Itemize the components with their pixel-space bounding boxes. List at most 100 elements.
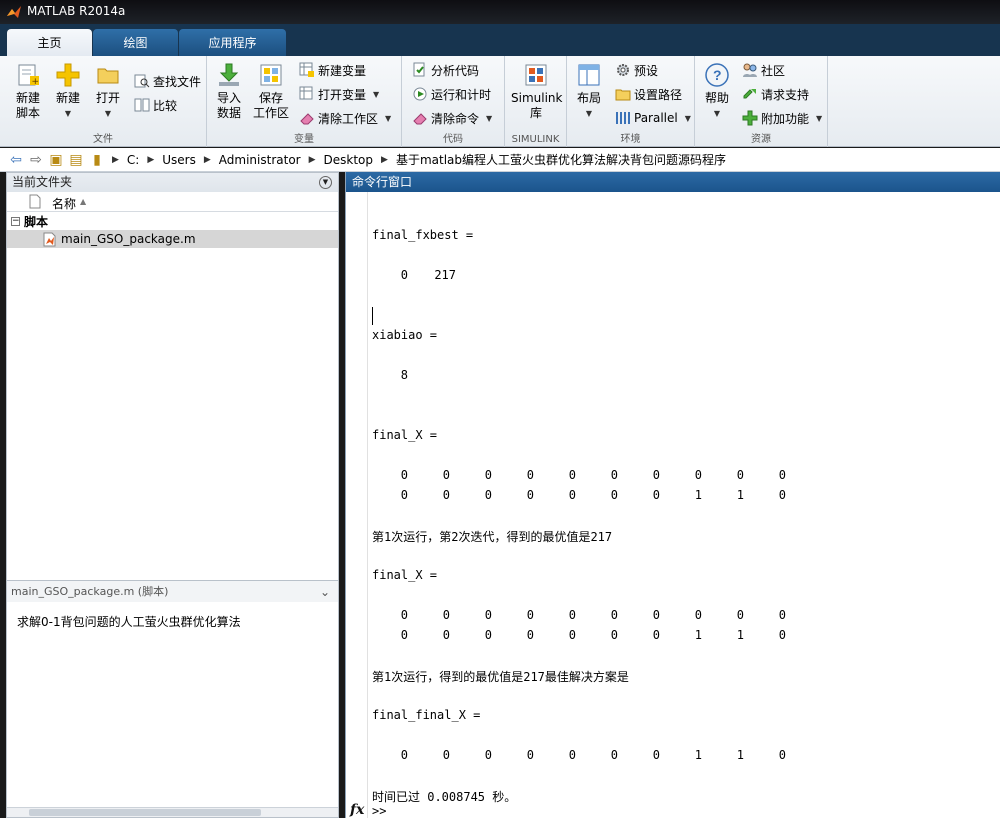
simulink-library-button[interactable]: Simulink 库	[511, 62, 562, 121]
compare-button[interactable]: 比较	[134, 95, 177, 115]
matrix-cell: 0	[484, 608, 492, 622]
command-window-body[interactable]: final_fxbest = 0 217 xiabiao = 8 final_X…	[346, 192, 1000, 818]
back-icon[interactable]: ⇦	[6, 150, 26, 170]
matrix-cell: 1	[736, 488, 744, 502]
matrix-cell: 0	[484, 748, 492, 762]
matrix-cell: 0	[736, 468, 744, 482]
matrix-cell: 1	[694, 488, 702, 502]
file-name: main_GSO_package.m	[61, 232, 196, 246]
matrix-cell: 0	[736, 608, 744, 622]
import-data-button[interactable]: 导入 数据	[209, 62, 249, 121]
import-icon	[219, 63, 239, 86]
chevron-down-icon: ▼	[373, 89, 380, 99]
support-icon	[743, 89, 756, 99]
current-folder-header: 当前文件夹 ▼	[7, 173, 338, 192]
matrix-cell: 0	[652, 468, 660, 482]
run-and-time-button[interactable]: 运行和计时	[412, 84, 491, 104]
svg-text:+: +	[32, 77, 40, 87]
folder-icon	[615, 89, 631, 101]
community-button[interactable]: 社区	[742, 60, 785, 80]
matrix-cell: 0	[610, 748, 618, 762]
function-browser-icon[interactable]: fx	[350, 802, 364, 818]
tree-section-scripts[interactable]: − 脚本	[7, 212, 338, 230]
save-workspace-icon	[260, 64, 282, 86]
matrix-cell: 0	[568, 468, 576, 482]
resources-group-label: 资源	[751, 134, 771, 145]
plus-icon	[56, 63, 80, 87]
matrix-cell: 0	[610, 628, 618, 642]
gear-icon	[617, 64, 629, 76]
current-folder-title: 当前文件夹	[12, 175, 73, 189]
clear-workspace-button[interactable]: 清除工作区 ▼	[299, 108, 391, 128]
details-header: main_GSO_package.m (脚本) ⌄	[7, 580, 338, 602]
tab-plots[interactable]: 绘图	[93, 29, 178, 56]
chevron-right-icon: ▶	[308, 154, 316, 165]
matrix-cell: 0	[526, 468, 534, 482]
analyze-code-button[interactable]: 分析代码	[412, 60, 479, 80]
eraser-icon	[413, 113, 427, 125]
help-icon: ?	[705, 63, 729, 87]
scrollbar-thumb[interactable]	[29, 809, 261, 816]
preferences-button[interactable]: 预设	[615, 60, 658, 80]
open-variable-button[interactable]: 打开变量 ▼	[299, 84, 379, 104]
new-variable-icon	[299, 62, 314, 77]
sort-ascending-icon: ▲	[80, 197, 87, 206]
up-folder-icon[interactable]: ▣	[46, 150, 66, 170]
clear-commands-button[interactable]: 清除命令 ▼	[412, 108, 492, 128]
chevron-down-icon[interactable]: ⌄	[320, 581, 330, 603]
community-icon	[743, 63, 757, 77]
analyze-code-icon	[413, 62, 425, 77]
address-bar: ⇦ ⇨ ▣ ▤ ▮ ▶ C: ▶ Users ▶ Administrator ▶…	[0, 148, 1000, 172]
chevron-down-icon: ▼	[486, 113, 493, 123]
tab-home[interactable]: 主页	[7, 29, 92, 56]
matrix-cell: 0	[610, 608, 618, 622]
browse-folder-icon[interactable]: ▤	[66, 150, 86, 170]
window-title: MATLAB R2014a	[27, 4, 126, 18]
simulink-group: Simulink 库 SIMULINK	[505, 56, 567, 147]
layout-button[interactable]: 布局 ▼	[569, 62, 609, 121]
matrix-cell: 0	[778, 628, 786, 642]
matrix-cell: 0	[778, 468, 786, 482]
name-column-header[interactable]: 名称 ▲	[7, 192, 338, 212]
chevron-down-icon: ▼	[816, 113, 823, 123]
open-button[interactable]: 打开 ▼	[88, 62, 128, 121]
find-files-button[interactable]: 查找文件	[134, 71, 201, 91]
matrix-cell: 0	[652, 628, 660, 642]
command-window: 命令行窗口 final_fxbest = 0 217 xiabiao = 8 f…	[345, 172, 1000, 818]
tab-apps[interactable]: 应用程序	[179, 29, 286, 56]
request-support-button[interactable]: 请求支持	[742, 84, 809, 104]
new-script-button[interactable]: + 新建 脚本	[8, 62, 48, 121]
horizontal-scrollbar[interactable]	[7, 807, 338, 817]
command-prompt[interactable]: >>	[372, 804, 386, 818]
save-workspace-button[interactable]: 保存 工作区	[251, 62, 291, 121]
new-variable-button[interactable]: 新建变量	[299, 60, 366, 80]
matlab-script-icon	[43, 232, 56, 246]
breadcrumb-administrator[interactable]: Administrator	[219, 153, 301, 167]
breadcrumb-users[interactable]: Users	[162, 153, 196, 167]
find-files-icon	[134, 74, 150, 88]
matrix-cell: 0	[610, 488, 618, 502]
chevron-right-icon: ▶	[147, 154, 155, 165]
add-ons-button[interactable]: 附加功能 ▼	[742, 108, 822, 128]
forward-icon[interactable]: ⇨	[26, 150, 46, 170]
breadcrumb-c[interactable]: C:	[127, 153, 139, 167]
panel-menu-icon[interactable]: ▼	[319, 176, 332, 189]
output-message: 第1次运行，得到的最优值是217最佳解决方案是	[372, 670, 629, 684]
matrix-cell: 0	[400, 468, 408, 482]
matrix-cell: 0	[694, 608, 702, 622]
parallel-button[interactable]: Parallel ▼	[615, 108, 691, 128]
folder-icon	[97, 68, 119, 84]
file-item[interactable]: main_GSO_package.m	[7, 230, 338, 248]
add-ons-icon	[742, 110, 758, 126]
output-line: final_final_X =	[372, 708, 481, 722]
new-button[interactable]: 新建 ▼	[48, 62, 88, 121]
set-path-button[interactable]: 设置路径	[615, 84, 682, 104]
environment-group-label: 环境	[620, 134, 641, 145]
breadcrumb-desktop[interactable]: Desktop	[324, 153, 374, 167]
layout-icon	[578, 64, 600, 86]
matrix-cell: 0	[400, 488, 408, 502]
chevron-down-icon: ▼	[585, 109, 593, 118]
breadcrumb-project-folder[interactable]: 基于matlab编程人工萤火虫群优化算法解决背包问题源码程序	[396, 151, 726, 168]
collapse-icon[interactable]: −	[11, 216, 20, 226]
help-button[interactable]: ? 帮助 ▼	[697, 62, 737, 121]
